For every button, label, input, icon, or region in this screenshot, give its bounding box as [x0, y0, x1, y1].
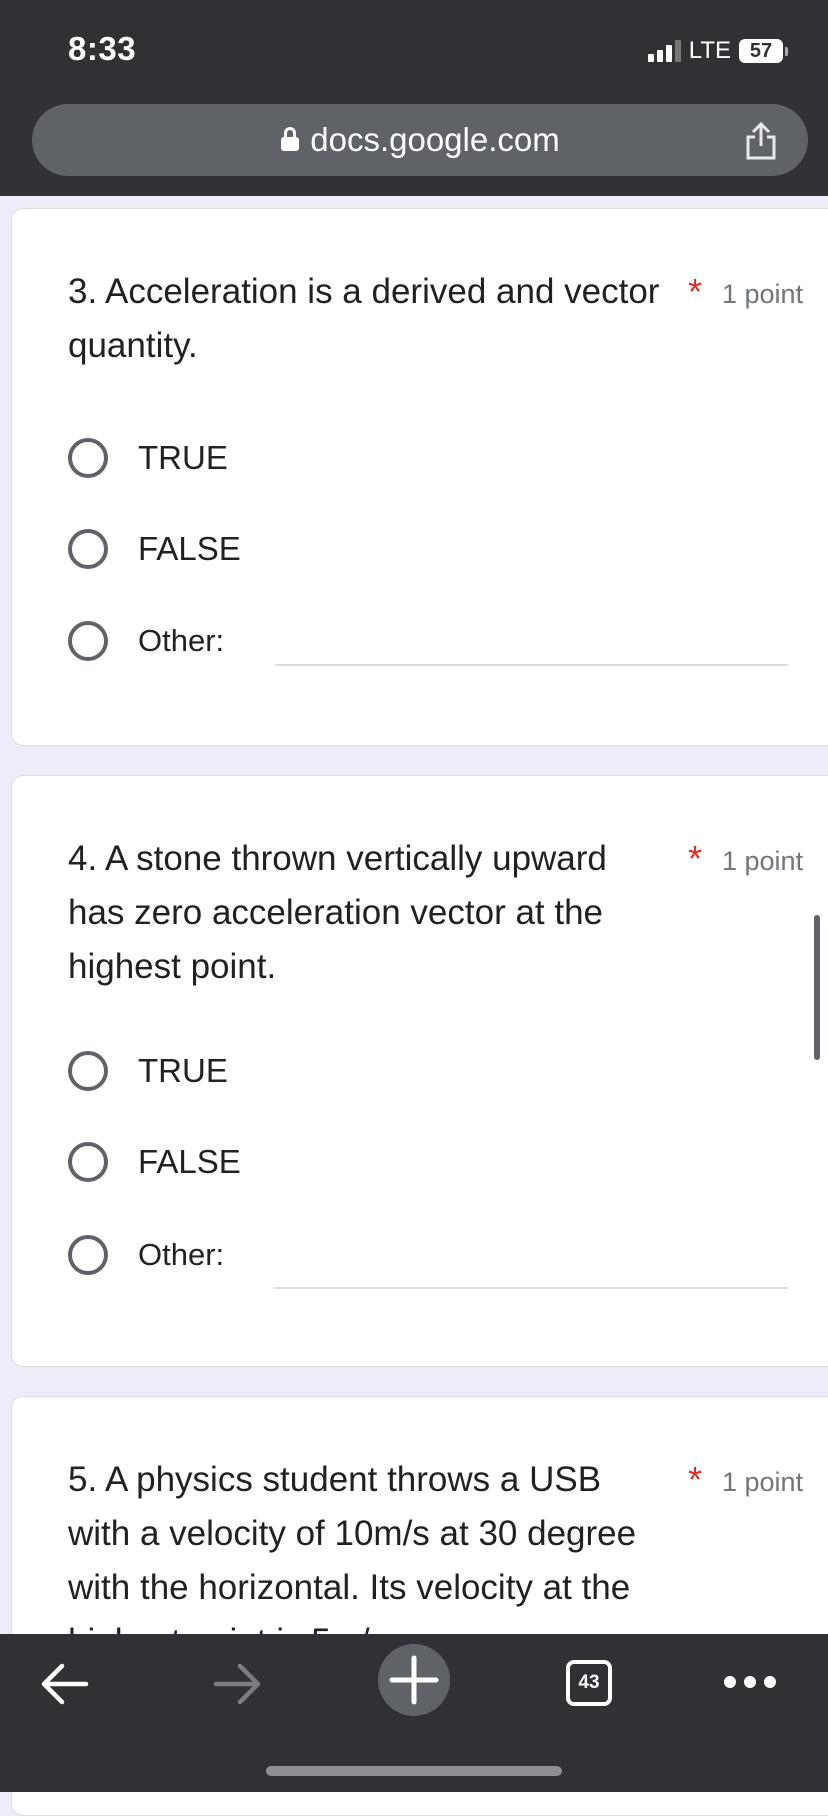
question-title: 3. Acceleration is a derived and vector … [68, 272, 660, 365]
url-text: docs.google.com [310, 121, 560, 158]
scrollbar[interactable] [814, 915, 820, 1060]
tab-count: 43 [578, 1672, 600, 1693]
status-indicators: LTE 57 [647, 36, 788, 66]
option-other[interactable]: Other: [68, 616, 224, 666]
question-title: 4. A stone thrown vertically upward has … [68, 839, 607, 986]
signal-icon [647, 40, 681, 62]
tabs-count-icon[interactable]: 43 [566, 1660, 612, 1706]
battery-level: 57 [739, 39, 783, 63]
forward-arrow-icon[interactable] [210, 1656, 266, 1712]
new-tab-plus-icon[interactable] [378, 1644, 450, 1716]
radio-button[interactable] [68, 438, 108, 478]
share-icon[interactable] [744, 122, 778, 160]
points-label: 1 point [722, 846, 804, 876]
browser-top-bar: 8:33 LTE 57 docs.google.com [0, 0, 828, 196]
other-label: Other: [138, 623, 225, 658]
option-true[interactable]: TRUE [68, 433, 228, 483]
lock-icon [280, 127, 300, 153]
back-arrow-icon[interactable] [36, 1656, 92, 1712]
required-asterisk: * [688, 271, 703, 312]
points-label: 1 point [722, 1467, 804, 1497]
question-card-3: 3. Acceleration is a derived and vector … [11, 208, 828, 746]
option-false[interactable]: FALSE [68, 1137, 241, 1187]
option-label: FALSE [138, 1143, 241, 1180]
radio-button[interactable] [68, 1142, 108, 1182]
radio-button[interactable] [68, 529, 108, 569]
other-text-input[interactable] [275, 664, 788, 666]
points-label: 1 point [722, 279, 804, 309]
option-other[interactable]: Other: [68, 1230, 224, 1280]
more-dots-icon[interactable] [722, 1674, 778, 1690]
radio-button[interactable] [68, 1235, 108, 1275]
option-label: TRUE [138, 1052, 228, 1089]
required-asterisk: * [688, 838, 703, 879]
radio-button[interactable] [68, 1051, 108, 1091]
question-card-4: 4. A stone thrown vertically upward has … [11, 775, 828, 1367]
home-indicator[interactable] [266, 1766, 562, 1776]
battery-icon: 57 [739, 39, 788, 63]
network-type: LTE [688, 37, 731, 64]
option-true[interactable]: TRUE [68, 1046, 228, 1096]
address-bar[interactable]: docs.google.com [32, 104, 808, 176]
status-time: 8:33 [68, 30, 137, 67]
option-false[interactable]: FALSE [68, 524, 241, 574]
required-asterisk: * [688, 1459, 703, 1500]
other-label: Other: [138, 1237, 225, 1272]
other-text-input[interactable] [275, 1287, 788, 1289]
radio-button[interactable] [68, 621, 108, 661]
option-label: FALSE [138, 530, 241, 567]
option-label: TRUE [138, 439, 228, 476]
